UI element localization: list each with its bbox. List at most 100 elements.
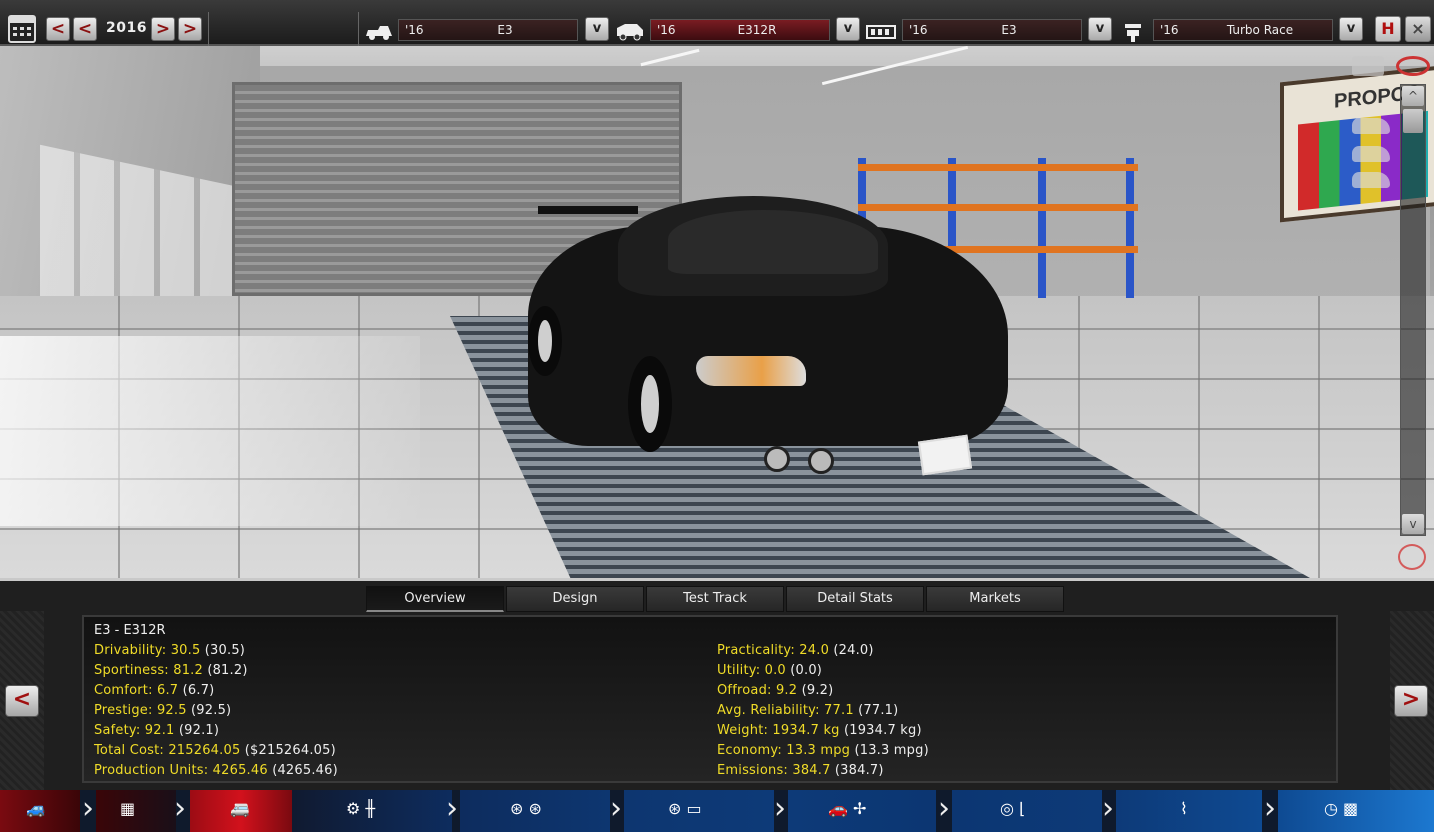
stat-row: Total Cost: 215264.05 ($215264.05) — [94, 743, 336, 763]
car-headlight — [696, 356, 806, 386]
stat-row: Economy: 13.3 mpg (13.3 mpg) — [717, 743, 929, 763]
tab-detail-stats[interactable]: Detail Stats — [786, 586, 924, 612]
engine-block-icon — [866, 22, 896, 42]
next-panel-button[interactable]: > — [1394, 685, 1428, 717]
prev-year-button[interactable]: < — [73, 17, 97, 41]
stat-label: Weight: — [717, 723, 769, 738]
scroll-up-button[interactable]: ^ — [1402, 86, 1424, 106]
nav-chassis[interactable]: ▦ — [96, 790, 176, 832]
tab-markets[interactable]: Markets — [926, 586, 1064, 612]
engine-variant-selector[interactable]: '16 Turbo Race — [1153, 19, 1333, 41]
piston-icon — [1122, 22, 1152, 42]
stats-panel: Overview Design Test Track Detail Stats … — [0, 578, 1434, 791]
view-top-icon[interactable] — [1352, 172, 1390, 188]
stat-value: 215264.05 — [168, 743, 241, 758]
model-selector[interactable]: '16 E3 — [398, 19, 578, 41]
stat-row: Production Units: 4265.46 (4265.46) — [94, 763, 338, 783]
camera-icon[interactable] — [1352, 56, 1384, 76]
view-front-icon[interactable] — [1352, 146, 1390, 162]
engine-variant-name: Turbo Race — [1226, 23, 1294, 37]
nav-suspension[interactable]: ⌇ — [1116, 790, 1262, 832]
stat-label: Economy: — [717, 743, 782, 758]
trim-selector[interactable]: '16 E312R — [650, 19, 830, 41]
stat-base-value: (384.7) — [834, 763, 884, 778]
save-button[interactable]: H — [1375, 16, 1401, 42]
test-finish-icon: ◷ ▩ — [1324, 799, 1359, 818]
stat-label: Prestige: — [94, 703, 153, 718]
nav-trim-active[interactable]: 🚐 — [190, 790, 292, 832]
chevron-right-icon: › — [774, 791, 786, 826]
stat-value: 0.0 — [764, 663, 786, 678]
nav-body-aero[interactable]: 🚗 ✢ — [788, 790, 936, 832]
close-button[interactable]: × — [1405, 16, 1431, 42]
next-year-button[interactable]: > — [151, 17, 175, 41]
engine-family-dropdown-button[interactable]: v — [1088, 17, 1112, 41]
next-decade-button[interactable]: > — [178, 17, 202, 41]
nav-wheels[interactable]: ⊛ ⊛ — [460, 790, 610, 832]
stat-value: 384.7 — [792, 763, 831, 778]
stat-base-value: (30.5) — [204, 643, 246, 658]
chevron-right-icon: › — [82, 791, 94, 826]
stat-value: 30.5 — [170, 643, 201, 658]
automation-car-designer: < < 2016 > > '16 E3 v '16 E312R v '16 E3… — [0, 0, 1434, 832]
stat-row: Offroad: 9.2 (9.2) — [717, 683, 833, 703]
stat-label: Total Cost: — [94, 743, 164, 758]
visibility-eye-icon[interactable] — [1396, 56, 1430, 76]
stat-label: Emissions: — [717, 763, 788, 778]
floor-shine — [0, 336, 420, 526]
engine-family-selector[interactable]: '16 E3 — [902, 19, 1082, 41]
nav-model[interactable]: 🚙 — [0, 790, 80, 832]
nav-engine[interactable]: ⚙ ╫ — [292, 790, 452, 832]
stat-base-value: (0.0) — [790, 663, 823, 678]
car-model-icon: 🚙 — [26, 799, 46, 818]
prev-panel-button[interactable]: < — [5, 685, 39, 717]
chevron-right-icon: › — [174, 791, 186, 826]
stat-value: 1934.7 kg — [772, 723, 840, 738]
tab-design[interactable]: Design — [506, 586, 644, 612]
nav-test-finish[interactable]: ◷ ▩ — [1278, 790, 1434, 832]
stat-value: 77.1 — [824, 703, 854, 718]
engine-variant-dropdown-button[interactable]: v — [1339, 17, 1363, 41]
stat-label: Avg. Reliability: — [717, 703, 820, 718]
stat-value: 81.2 — [173, 663, 203, 678]
stat-value: 92.5 — [156, 703, 187, 718]
stat-value: 92.1 — [144, 723, 175, 738]
trim-dropdown-button[interactable]: v — [836, 17, 860, 41]
scroll-thumb[interactable] — [1403, 109, 1423, 133]
stat-label: Comfort: — [94, 683, 153, 698]
overview-stats-box: E3 - E312R Drivability: 30.5 (30.5) Spor… — [82, 615, 1338, 783]
model-dropdown-button[interactable]: v — [585, 17, 609, 41]
car-model-icon — [364, 22, 394, 42]
current-year: 2016 — [106, 20, 147, 36]
car-full-name: E3 - E312R — [94, 623, 166, 638]
stat-base-value: (1934.7 kg) — [843, 723, 922, 738]
view-side-icon[interactable] — [1352, 118, 1390, 134]
engine-family-name: E3 — [1001, 23, 1017, 37]
stat-base-value: (9.2) — [801, 683, 834, 698]
disable-camera-icon[interactable] — [1398, 544, 1426, 570]
stat-value: 24.0 — [799, 643, 830, 658]
car-foglight — [808, 448, 834, 474]
chevron-right-icon: › — [446, 791, 458, 826]
chevron-right-icon: › — [1102, 791, 1114, 826]
stat-label: Production Units: — [94, 763, 209, 778]
stat-row: Prestige: 92.5 (92.5) — [94, 703, 231, 723]
tab-overview[interactable]: Overview — [366, 586, 504, 612]
nav-brakes[interactable]: ⊛ ▭ — [624, 790, 774, 832]
nav-interior[interactable]: ◎ ⌊ — [952, 790, 1102, 832]
car-model-3d[interactable] — [528, 196, 1018, 476]
viewport-scrollbar[interactable]: ^ v — [1400, 84, 1426, 536]
stat-value: 6.7 — [157, 683, 179, 698]
wheels-icon: ⊛ ⊛ — [510, 799, 542, 818]
stat-row: Avg. Reliability: 77.1 (77.1) — [717, 703, 898, 723]
calendar-icon[interactable] — [8, 15, 36, 43]
car-3d-viewport[interactable]: PROPOS ^ v — [0, 46, 1434, 578]
engine-variant-year: '16 — [1160, 23, 1179, 37]
stat-base-value: (77.1) — [858, 703, 899, 718]
prev-decade-button[interactable]: < — [46, 17, 70, 41]
stat-value: 4265.46 — [212, 763, 268, 778]
divider — [358, 12, 359, 46]
tab-test-track[interactable]: Test Track — [646, 586, 784, 612]
stat-base-value: (4265.46) — [272, 763, 338, 778]
scroll-down-button[interactable]: v — [1402, 514, 1424, 534]
